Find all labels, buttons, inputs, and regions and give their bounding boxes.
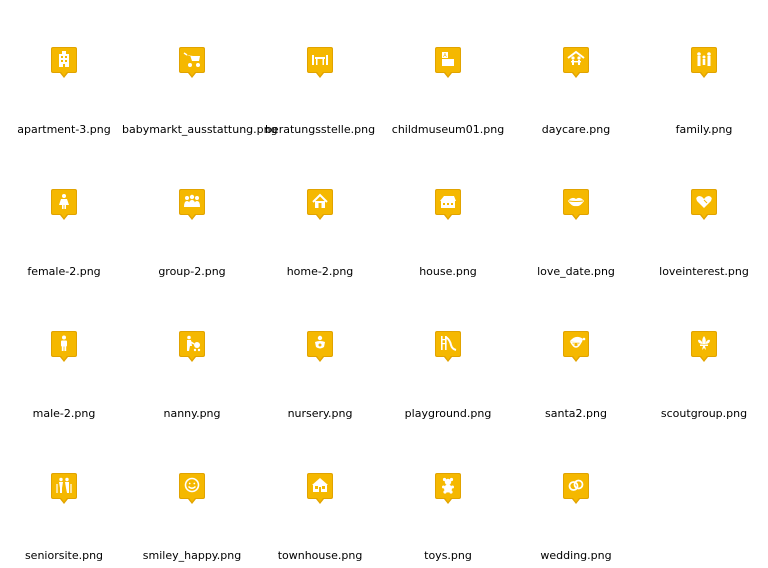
gallery-item[interactable]: playground.png — [384, 284, 512, 426]
file-label: playground.png — [404, 407, 492, 420]
file-label: seniorsite.png — [24, 549, 104, 562]
gallery-item[interactable]: scoutgroup.png — [640, 284, 768, 426]
gallery-item[interactable]: daycare.png — [512, 0, 640, 142]
santa-icon — [562, 330, 590, 364]
icon-gallery: apartment-3.png babymarkt_ausstattung.pn… — [0, 0, 768, 568]
file-label: family.png — [675, 123, 733, 136]
gallery-item[interactable]: house.png — [384, 142, 512, 284]
gallery-item[interactable]: family.png — [640, 0, 768, 142]
file-label: group-2.png — [158, 265, 226, 278]
slide-icon — [434, 330, 462, 364]
apartment-icon — [50, 46, 78, 80]
gallery-item[interactable]: loveinterest.png — [640, 142, 768, 284]
file-label: toys.png — [424, 549, 472, 562]
file-label: daycare.png — [541, 123, 611, 136]
file-label: home-2.png — [286, 265, 354, 278]
file-label: house.png — [419, 265, 477, 278]
townhouse-icon — [306, 472, 334, 506]
baby-icon — [306, 330, 334, 364]
gallery-item[interactable]: wedding.png — [512, 426, 640, 568]
teddy-bear-icon — [434, 472, 462, 506]
baby-stroller-icon — [178, 46, 206, 80]
group-icon — [178, 188, 206, 222]
gallery-item[interactable]: beratungsstelle.png — [256, 0, 384, 142]
file-label: wedding.png — [540, 549, 612, 562]
wedding-rings-icon — [562, 472, 590, 506]
file-label: babymarkt_ausstattung.png — [122, 123, 278, 136]
hearts-icon — [690, 188, 718, 222]
file-label: apartment-3.png — [17, 123, 111, 136]
file-label: male-2.png — [32, 407, 96, 420]
gallery-item[interactable]: group-2.png — [128, 142, 256, 284]
file-label: smiley_happy.png — [142, 549, 242, 562]
gallery-item[interactable]: A childmuseum01.png — [384, 0, 512, 142]
gallery-item[interactable]: nanny.png — [128, 284, 256, 426]
gallery-item[interactable]: male-2.png — [0, 284, 128, 426]
gallery-item[interactable]: townhouse.png — [256, 426, 384, 568]
file-label: nursery.png — [287, 407, 353, 420]
file-label: childmuseum01.png — [391, 123, 505, 136]
gallery-item[interactable]: love_date.png — [512, 142, 640, 284]
gallery-item[interactable]: smiley_happy.png — [128, 426, 256, 568]
file-label: female-2.png — [27, 265, 101, 278]
house-icon — [434, 188, 462, 222]
fleur-de-lis-icon — [690, 330, 718, 364]
file-label: beratungsstelle.png — [264, 123, 376, 136]
female-icon — [50, 188, 78, 222]
file-label: townhouse.png — [277, 549, 363, 562]
gallery-item[interactable]: santa2.png — [512, 284, 640, 426]
toy-blocks-icon: A — [434, 46, 462, 80]
gallery-item[interactable]: female-2.png — [0, 142, 128, 284]
file-label: love_date.png — [537, 265, 615, 278]
seniors-icon — [50, 472, 78, 506]
file-label: scoutgroup.png — [660, 407, 748, 420]
gallery-item[interactable]: babymarkt_ausstattung.png — [122, 0, 278, 142]
nanny-icon — [178, 330, 206, 364]
male-icon — [50, 330, 78, 364]
family-icon — [690, 46, 718, 80]
gallery-item[interactable]: nursery.png — [256, 284, 384, 426]
smiley-icon — [178, 472, 206, 506]
home-icon — [306, 188, 334, 222]
lips-icon — [562, 188, 590, 222]
gallery-item[interactable]: apartment-3.png — [0, 0, 128, 142]
gallery-item[interactable]: seniorsite.png — [0, 426, 128, 568]
svg-text:A: A — [443, 53, 447, 59]
file-label: nanny.png — [163, 407, 221, 420]
gallery-item[interactable]: home-2.png — [256, 142, 384, 284]
daycare-icon — [562, 46, 590, 80]
gallery-item[interactable]: toys.png — [384, 426, 512, 568]
file-label: santa2.png — [545, 407, 607, 420]
file-label: loveinterest.png — [659, 265, 749, 278]
counseling-table-icon — [306, 46, 334, 80]
